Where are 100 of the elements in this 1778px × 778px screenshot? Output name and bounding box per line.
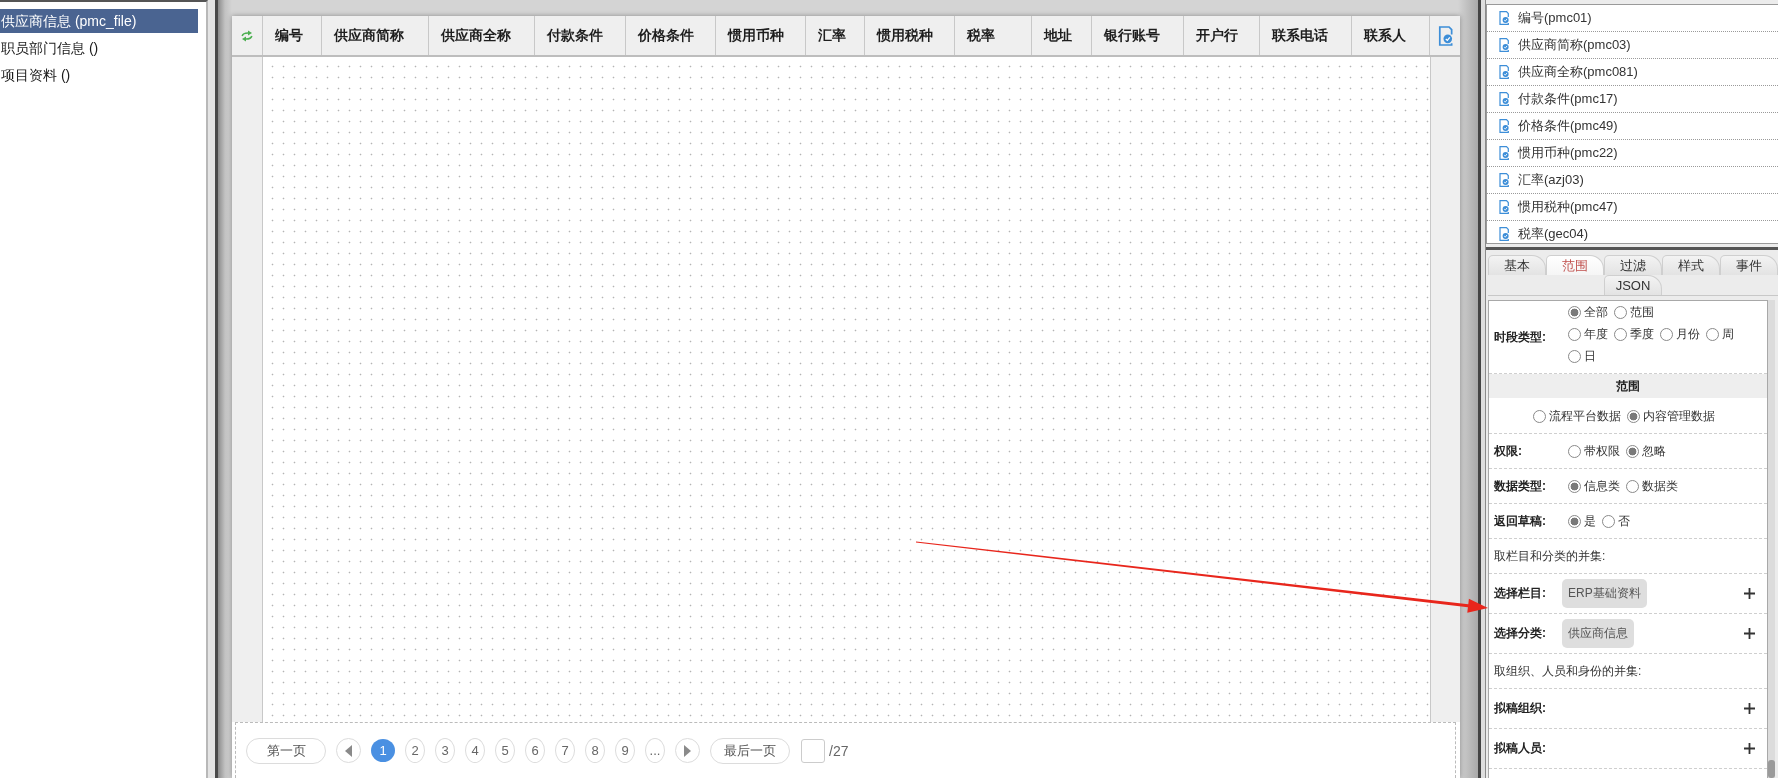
document-icon [1499, 92, 1509, 106]
option-label: 季度 [1630, 325, 1654, 343]
page-button[interactable]: 5 [495, 738, 515, 763]
document-icon [1499, 200, 1509, 214]
field-list-item[interactable]: 编号(pmc01) [1487, 5, 1778, 32]
column-header: 惯用税种 [865, 16, 955, 55]
page-button[interactable]: 8 [585, 738, 605, 763]
next-page-button[interactable] [675, 738, 700, 763]
add-column-button[interactable] [1437, 25, 1453, 46]
caret-left-icon [345, 744, 352, 757]
radio-button[interactable] [1602, 514, 1615, 528]
radio-button[interactable] [1614, 327, 1627, 341]
radio-button[interactable] [1626, 479, 1639, 493]
radio-button[interactable] [1626, 409, 1640, 423]
page-button[interactable]: 9 [615, 738, 635, 763]
column-header: 供应商简称 [322, 16, 429, 55]
field-list-item[interactable]: 付款条件(pmc17) [1487, 86, 1778, 113]
option-label: 流程平台数据 [1548, 407, 1621, 425]
plus-icon [1744, 588, 1755, 599]
page-button[interactable]: 7 [555, 738, 575, 763]
option-label: 年度 [1584, 325, 1608, 343]
tab[interactable]: 基本 [1488, 255, 1546, 275]
radio-button[interactable] [1568, 349, 1581, 363]
column-header: 编号 [263, 16, 322, 55]
section-header: 范围 [1489, 374, 1767, 399]
option-label: 全部 [1584, 303, 1608, 321]
radio-button[interactable] [1568, 305, 1581, 319]
tab[interactable]: 事件 [1720, 255, 1778, 275]
column-header: 供应商全称 [429, 16, 535, 55]
plus-icon [1744, 628, 1755, 639]
field-label: 选择栏目: [1494, 585, 1547, 602]
more-pages-button[interactable]: ... [645, 738, 665, 763]
page-input[interactable] [801, 738, 825, 763]
radio-button[interactable] [1614, 305, 1627, 319]
radio-button[interactable] [1568, 327, 1581, 341]
radio-button[interactable] [1568, 444, 1581, 458]
option-label: 日 [1584, 347, 1596, 365]
field-list-item[interactable]: 供应商全称(pmc081) [1487, 59, 1778, 86]
radio-button[interactable] [1626, 444, 1639, 458]
column-header: 开户行 [1184, 16, 1260, 55]
field-label: 选择分类: [1494, 625, 1547, 642]
page-button[interactable]: 4 [465, 738, 485, 763]
column-header: 地址 [1032, 16, 1092, 55]
sidebar-item[interactable]: 项目资料 () [0, 63, 198, 87]
refresh-icon[interactable] [241, 29, 253, 42]
add-button[interactable] [1744, 588, 1755, 599]
document-icon [1437, 25, 1453, 46]
option-label: 周 [1722, 325, 1734, 343]
radio-button[interactable] [1532, 409, 1546, 423]
option-label: 月份 [1676, 325, 1700, 343]
column-header: 付款条件 [535, 16, 626, 55]
field-list-item[interactable]: 汇率(azj03) [1487, 167, 1778, 194]
document-icon [1499, 65, 1509, 79]
document-icon [1499, 119, 1509, 133]
sidebar-item[interactable]: 职员部门信息 () [0, 36, 198, 60]
field-list-item[interactable]: 惯用税种(pmc47) [1487, 194, 1778, 221]
radio-button[interactable] [1660, 327, 1673, 341]
option-label: 内容管理数据 [1642, 407, 1715, 425]
option-label: 数据类 [1642, 477, 1678, 495]
radio-button[interactable] [1568, 514, 1581, 528]
option-label: 带权限 [1584, 442, 1620, 460]
selected-tag: ERP基础资料 [1562, 579, 1647, 608]
document-icon [1499, 146, 1509, 160]
scrollbar-thumb[interactable] [1768, 760, 1775, 778]
tab[interactable]: JSON [1604, 275, 1662, 295]
tab[interactable]: 样式 [1662, 255, 1720, 275]
document-icon [1499, 11, 1509, 25]
column-header: 联系人 [1352, 16, 1430, 55]
hint-text: 取组织、人员和身份的并集: [1494, 662, 1642, 680]
column-header: 税率 [955, 16, 1032, 55]
previous-page-button[interactable] [336, 738, 361, 763]
page-total: /27 [829, 742, 849, 759]
add-button[interactable] [1744, 628, 1755, 639]
first-page-button[interactable]: 第一页 [246, 737, 326, 764]
column-header: 价格条件 [626, 16, 716, 55]
tab[interactable]: 范围 [1546, 255, 1604, 275]
last-page-button[interactable]: 最后一页 [710, 737, 790, 764]
splitter-bar[interactable] [1478, 0, 1486, 778]
radio-button[interactable] [1706, 327, 1719, 341]
page-button[interactable]: 6 [525, 738, 545, 763]
page-button[interactable]: 2 [405, 738, 425, 763]
field-list-item[interactable]: 惯用币种(pmc22) [1487, 140, 1778, 167]
field-list-item[interactable]: 供应商简称(pmc03) [1487, 32, 1778, 59]
field-list-item[interactable]: 价格条件(pmc49) [1487, 113, 1778, 140]
option-label: 信息类 [1584, 477, 1620, 495]
selected-tag: 供应商信息 [1562, 619, 1634, 648]
field-label: 数据类型: [1494, 477, 1547, 495]
add-button[interactable] [1744, 743, 1755, 754]
page-button[interactable]: 3 [435, 738, 455, 763]
document-icon [1499, 173, 1509, 187]
splitter-bar[interactable] [208, 0, 218, 778]
caret-right-icon [684, 744, 691, 757]
field-label: 拟稿组织: [1494, 700, 1547, 717]
sidebar-item[interactable]: 供应商信息 (pmc_file) [0, 9, 198, 33]
column-header: 汇率 [806, 16, 865, 55]
tab[interactable]: 过滤 [1604, 255, 1662, 275]
radio-button[interactable] [1568, 479, 1581, 493]
plus-icon [1744, 703, 1755, 714]
document-icon [1499, 38, 1509, 52]
add-button[interactable] [1744, 703, 1755, 714]
